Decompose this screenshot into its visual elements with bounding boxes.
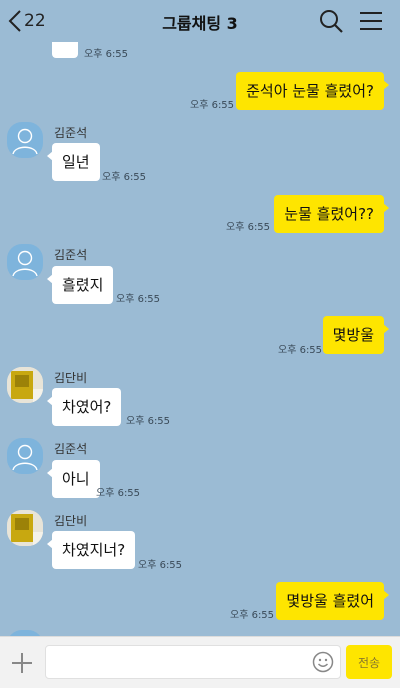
message-time: 오후 6:55 [278, 345, 323, 356]
message-bubble[interactable]: 눈물 흘렸어?? [274, 195, 389, 233]
message-time: 오후 6:55 [190, 100, 235, 111]
avatar[interactable] [7, 438, 43, 474]
message-bubble[interactable]: 아니 [47, 460, 100, 498]
sender-name: 김준석 [54, 248, 88, 262]
message-time: 오후 6:55 [226, 222, 271, 233]
message-composer: 전송 [0, 636, 400, 688]
message-time: 오후 6:55 [116, 294, 161, 305]
chat-area[interactable]: 오후 6:55 준석아 눈물 흘렸어? 오후 6:55 김준석 일년 오후 6:… [0, 0, 400, 636]
message-bubble[interactable]: 준석아 눈물 흘렸어? [236, 72, 389, 110]
send-button[interactable]: 전송 [346, 645, 392, 679]
menu-icon[interactable] [358, 8, 384, 34]
sender-name: 김단비 [54, 371, 88, 385]
avatar[interactable] [7, 244, 43, 280]
message-time: 오후 6:55 [102, 172, 147, 183]
avatar[interactable] [7, 367, 43, 403]
message-input[interactable] [45, 645, 341, 679]
message-time: 오후 6:55 [84, 49, 129, 60]
message-bubble[interactable]: 몇방울 [322, 316, 390, 354]
message-bubble[interactable]: 몇방울 흘렸어 [276, 582, 389, 620]
sender-name: 김단비 [54, 514, 88, 528]
emoji-icon[interactable] [312, 651, 334, 673]
avatar[interactable] [7, 510, 43, 546]
message-time: 오후 6:55 [230, 610, 275, 621]
message-bubble[interactable]: 차였지너? [46, 531, 136, 569]
message-time: 오후 6:55 [138, 560, 183, 571]
sender-name: 김준석 [54, 442, 88, 456]
plus-icon[interactable] [10, 651, 34, 675]
search-icon[interactable] [318, 8, 344, 34]
sender-name: 김준석 [54, 126, 88, 140]
message-bubble[interactable]: 일년 [47, 143, 100, 181]
chat-header: 22 그룹채팅 3 [0, 0, 400, 42]
message-time: 오후 6:55 [126, 416, 171, 427]
message-bubble[interactable]: 흘렸지 [46, 266, 114, 304]
message-bubble[interactable]: 차였어? [46, 388, 122, 426]
message-time: 오후 6:55 [96, 488, 141, 499]
avatar[interactable] [7, 122, 43, 158]
